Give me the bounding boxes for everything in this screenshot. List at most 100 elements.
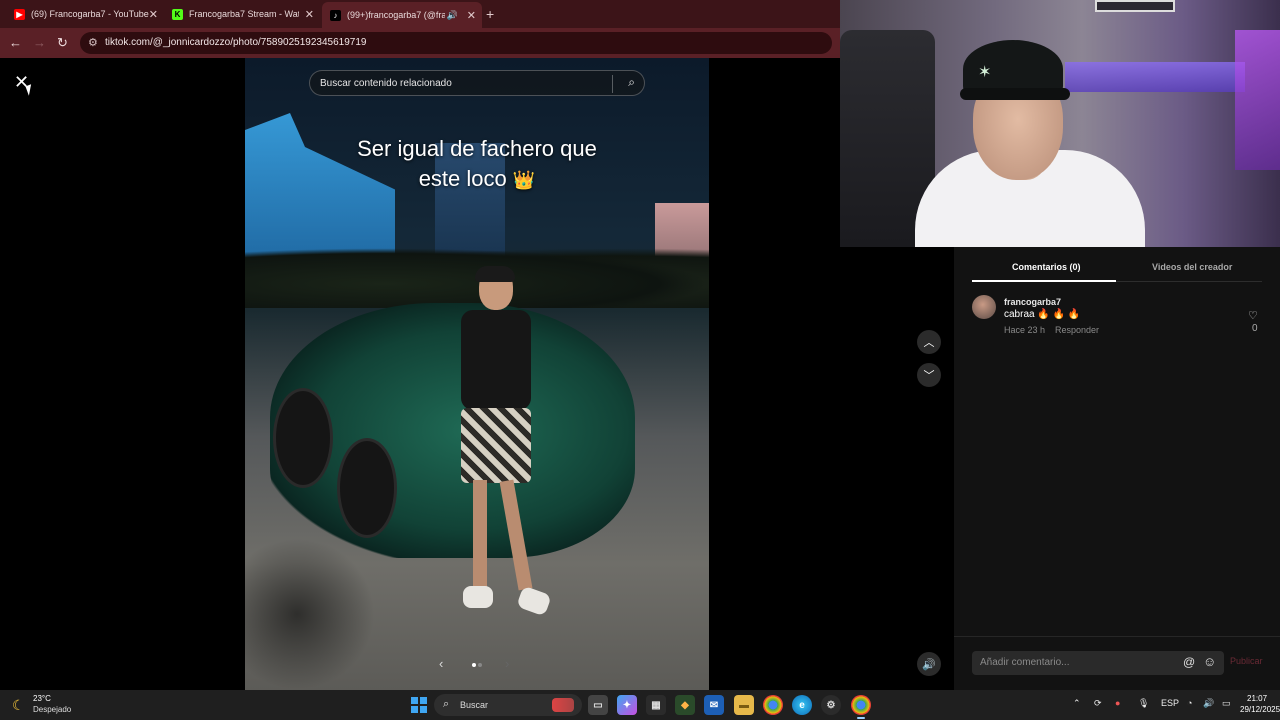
comment-time: Hace 23 h <box>1004 325 1046 335</box>
browser-tab-strip: ▶ (69) Francogarba7 - YouTube ✕ K Franco… <box>0 0 840 28</box>
tab-tiktok[interactable]: ♪ (99+)francogarba7 (@franc 🔊 ✕ <box>322 2 482 28</box>
photo-caption: Ser igual de fachero que este loco 👑 <box>245 134 709 195</box>
comment-username[interactable]: francogarba7 <box>1004 297 1061 307</box>
chevron-right-icon[interactable]: › <box>505 656 509 671</box>
search-icon[interactable]: ⌕ <box>628 75 635 90</box>
cap-logo-icon: ✶ <box>978 64 992 81</box>
task-view-icon[interactable]: ▭ <box>588 695 608 715</box>
wheel-image <box>273 388 333 488</box>
comment-text: cabraa 🔥 🔥 🔥 <box>1004 309 1080 320</box>
language-indicator[interactable]: ESP <box>1161 698 1179 708</box>
settings-icon[interactable]: ⚙ <box>821 695 841 715</box>
crown-emoji: 👑 <box>512 170 536 190</box>
chrome-active-icon[interactable] <box>851 695 871 719</box>
moon-weather-icon[interactable]: ☾ <box>12 697 25 714</box>
folder-icon[interactable]: ▬ <box>734 695 754 715</box>
search-highlight-image <box>552 698 574 712</box>
speaker-icon[interactable]: 🔊 <box>447 10 458 21</box>
comment-composer: Añadir comentario... @ ☺ Publicar <box>954 636 1280 690</box>
emoji-icon[interactable]: ☺ <box>1203 654 1216 669</box>
like-count: 0 <box>1252 323 1258 334</box>
avatar[interactable] <box>972 295 996 319</box>
divider <box>612 75 613 93</box>
webcam-overlay: ✶ <box>840 0 1280 247</box>
tab-title: (69) Francogarba7 - YouTube <box>31 9 149 19</box>
active-tab-indicator <box>972 280 1116 282</box>
person-image <box>435 266 555 638</box>
related-search-input[interactable]: Buscar contenido relacionado ⌕ <box>309 70 645 96</box>
search-icon: ⌕ <box>443 698 450 710</box>
new-tab-button[interactable]: + <box>486 6 494 22</box>
taskbar-search[interactable]: ⌕ Buscar <box>434 694 582 716</box>
wall-frame <box>1095 0 1175 12</box>
comment-input[interactable]: Añadir comentario... @ ☺ <box>972 651 1224 675</box>
carousel-dot-active[interactable] <box>472 663 476 667</box>
tab-creator-videos[interactable]: Videos del creador <box>1152 262 1232 272</box>
post-photo[interactable]: Buscar contenido relacionado ⌕ Ser igual… <box>245 58 709 690</box>
caption-line: este loco <box>418 166 507 191</box>
tab-comments[interactable]: Comentarios (0) <box>1012 262 1081 272</box>
app-tray-icon[interactable]: ● <box>1115 698 1120 708</box>
shelf-image <box>1065 62 1245 92</box>
reply-button[interactable]: Responder <box>1055 325 1099 335</box>
carousel-controls: ‹ › <box>245 656 709 672</box>
store-icon[interactable]: ▦ <box>646 695 666 715</box>
close-tab-icon[interactable]: ✕ <box>149 8 158 21</box>
url-text: tiktok.com/@_jonnicardozzo/photo/7589025… <box>105 37 367 48</box>
address-bar[interactable]: ⚙ tiktok.com/@_jonnicardozzo/photo/75890… <box>80 32 832 54</box>
volume-icon[interactable]: 🔊 <box>1203 698 1214 709</box>
copilot-icon[interactable]: ✦ <box>617 695 637 715</box>
browser-toolbar: ← → ↻ ⚙ tiktok.com/@_jonnicardozzo/photo… <box>0 28 840 58</box>
carousel-dot[interactable] <box>478 663 482 667</box>
tiktok-icon: ♪ <box>330 9 341 21</box>
comment-body: cabraa <box>1004 309 1035 320</box>
search-placeholder: Buscar contenido relacionado <box>320 78 452 89</box>
taskbar: ☾ 23°C Despejado ⌕ Buscar ▭ ✦ ▦ ◆ ✉ ▬ e … <box>0 690 1280 720</box>
chevron-down-icon: ﹀ <box>923 370 935 382</box>
comment-placeholder: Añadir comentario... <box>980 657 1070 668</box>
caption-line: Ser igual de fachero que <box>357 136 597 161</box>
fire-emoji: 🔥 🔥 🔥 <box>1037 309 1081 320</box>
chevron-left-icon[interactable]: ‹ <box>439 656 443 671</box>
mention-icon[interactable]: @ <box>1183 655 1195 669</box>
tab-youtube[interactable]: ▶ (69) Francogarba7 - YouTube ✕ <box>6 3 164 25</box>
start-button[interactable] <box>411 697 427 713</box>
screen: ▶ (69) Francogarba7 - YouTube ✕ K Franco… <box>0 0 1280 720</box>
battery-icon[interactable]: ▭ <box>1222 698 1231 709</box>
microphone-icon[interactable]: 🎙 <box>1138 698 1149 709</box>
temperature[interactable]: 23°C <box>33 694 51 703</box>
heart-icon[interactable]: ♡ <box>1248 309 1258 322</box>
clock-time[interactable]: 21:07 <box>1247 694 1267 703</box>
search-placeholder: Buscar <box>460 700 489 710</box>
previous-post-button[interactable]: ︿ <box>917 330 941 354</box>
publish-button[interactable]: Publicar <box>1230 656 1263 666</box>
tab-title: Francogarba7 Stream - Watch l <box>189 9 299 19</box>
mouse-cursor <box>25 84 35 96</box>
close-tab-icon[interactable]: ✕ <box>467 9 476 22</box>
chevron-up-icon: ︿ <box>923 337 935 349</box>
mail-icon[interactable]: ✉ <box>704 695 724 715</box>
panel-tabs: Comentarios (0) Videos del creador <box>972 256 1262 282</box>
site-info-icon[interactable]: ⚙ <box>88 36 98 49</box>
next-post-button[interactable]: ﹀ <box>917 363 941 387</box>
photo-viewer: ✕ Buscar contenido relacionado ⌕ Ser igu… <box>0 58 954 690</box>
volume-icon: 🔊 <box>922 658 936 671</box>
reload-icon[interactable]: ↻ <box>57 35 68 51</box>
weather-condition[interactable]: Despejado <box>33 705 71 714</box>
youtube-icon: ▶ <box>14 8 25 20</box>
close-tab-icon[interactable]: ✕ <box>305 8 314 21</box>
sync-icon[interactable]: ⟳ <box>1094 698 1102 709</box>
chrome-icon[interactable] <box>763 695 783 715</box>
volume-button[interactable]: 🔊 <box>917 652 941 676</box>
kick-icon: K <box>172 8 183 20</box>
chevron-up-icon[interactable]: ⌃ <box>1073 698 1081 709</box>
app-icon[interactable]: ◆ <box>675 695 695 715</box>
tab-title: (99+)francogarba7 (@franc <box>347 10 445 20</box>
back-icon[interactable]: ← <box>9 35 22 50</box>
wifi-icon[interactable]: ◔ <box>1187 698 1192 708</box>
forward-icon[interactable]: → <box>33 35 46 50</box>
tab-kick[interactable]: K Francogarba7 Stream - Watch l ✕ <box>164 3 320 25</box>
wheel-image <box>337 438 397 538</box>
clock-date[interactable]: 29/12/2025 <box>1240 705 1280 714</box>
edge-icon[interactable]: e <box>792 695 812 715</box>
